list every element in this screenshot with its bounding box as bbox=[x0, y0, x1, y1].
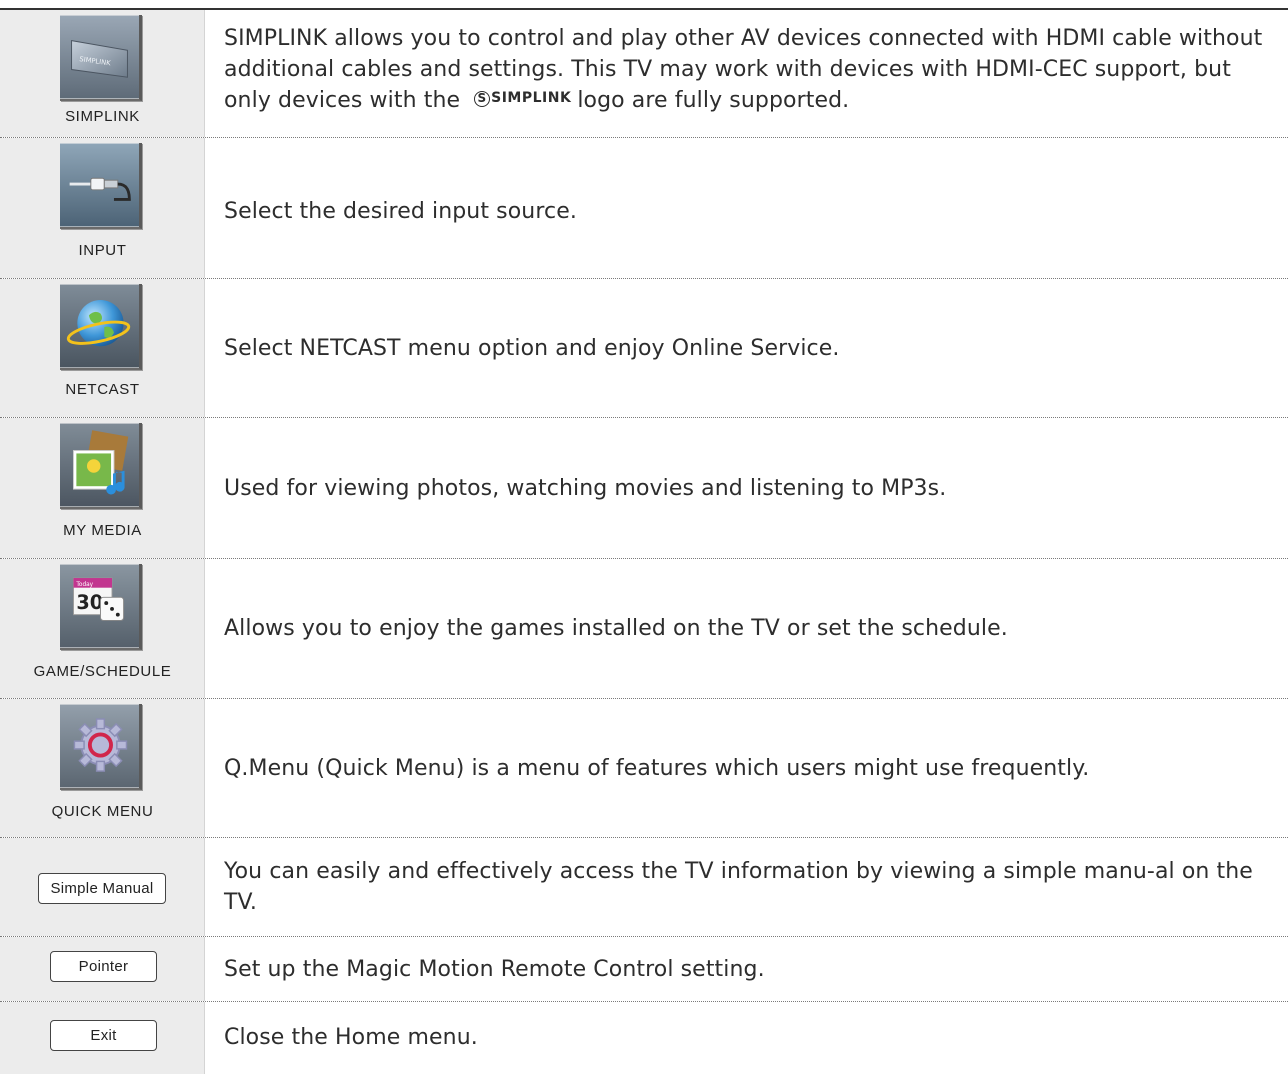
row-label: NETCAST bbox=[65, 381, 140, 398]
pointer-button[interactable]: Pointer bbox=[50, 951, 157, 982]
row-description: SIMPLINK allows you to control and play … bbox=[205, 10, 1288, 137]
home-menu-table: SIMPLINK SIMPLINK SIMPLINK allows you to… bbox=[0, 10, 1288, 1074]
row-description: Allows you to enjoy the games installed … bbox=[224, 616, 1008, 641]
table-row-netcast: NETCAST Select NETCAST menu option and e… bbox=[0, 279, 1288, 418]
table-row-input: INPUT Select the desired input source. bbox=[0, 138, 1288, 279]
calendar-dice-icon[interactable]: Today 30 bbox=[60, 564, 142, 650]
table-row-exit: Exit Close the Home menu. bbox=[0, 1002, 1288, 1074]
row-label: MY MEDIA bbox=[63, 522, 142, 539]
table-row-my-media: MY MEDIA Used for viewing photos, watchi… bbox=[0, 418, 1288, 559]
icon-cell: NETCAST bbox=[0, 279, 205, 417]
row-description: Select NETCAST menu option and enjoy Onl… bbox=[224, 335, 840, 361]
row-description: Close the Home menu. bbox=[224, 1024, 478, 1050]
row-description: Set up the Magic Motion Remote Control s… bbox=[224, 956, 765, 982]
row-description: You can easily and effectively access th… bbox=[224, 859, 1253, 915]
svg-text:30: 30 bbox=[76, 591, 103, 614]
icon-cell: Today 30 GAME/SCHEDULE bbox=[0, 559, 205, 698]
exit-button[interactable]: Exit bbox=[50, 1020, 157, 1051]
table-row-game-schedule: Today 30 GAME/SCHEDULE Allows you to enj… bbox=[0, 559, 1288, 699]
row-label: SIMPLINK bbox=[65, 108, 140, 125]
row-description: Select the desired input source. bbox=[224, 198, 577, 224]
button-cell: Pointer bbox=[0, 937, 205, 1001]
table-row-quick-menu: QUICK MENU Q.Menu (Quick Menu) is a menu… bbox=[0, 699, 1288, 838]
svg-text:Today: Today bbox=[75, 582, 93, 588]
button-cell: Simple Manual bbox=[0, 838, 205, 936]
table-row-simplink: SIMPLINK SIMPLINK SIMPLINK allows you to… bbox=[0, 10, 1288, 138]
button-cell: Exit bbox=[0, 1002, 205, 1074]
globe-icon[interactable] bbox=[60, 284, 142, 370]
table-row-simple-manual: Simple Manual You can easily and effecti… bbox=[0, 838, 1288, 937]
media-icon[interactable] bbox=[60, 423, 142, 509]
icon-cell: MY MEDIA bbox=[0, 418, 205, 558]
row-description: Used for viewing photos, watching movies… bbox=[224, 475, 947, 501]
icon-cell: SIMPLINK SIMPLINK bbox=[0, 10, 205, 137]
simplink-icon[interactable]: SIMPLINK bbox=[60, 15, 142, 101]
simplink-logo: S SIMPLINK bbox=[474, 83, 571, 114]
gear-icon[interactable] bbox=[60, 704, 142, 790]
table-row-pointer: Pointer Set up the Magic Motion Remote C… bbox=[0, 937, 1288, 1002]
icon-cell: QUICK MENU bbox=[0, 699, 205, 837]
row-label: INPUT bbox=[78, 242, 127, 259]
input-cable-icon[interactable] bbox=[60, 143, 142, 229]
row-description: Q.Menu (Quick Menu) is a menu of feature… bbox=[224, 755, 1090, 781]
description-text-tail: logo are fully supported. bbox=[577, 87, 850, 113]
icon-cell: INPUT bbox=[0, 138, 205, 278]
simple-manual-button[interactable]: Simple Manual bbox=[38, 873, 166, 904]
row-label: QUICK MENU bbox=[51, 803, 154, 820]
row-label: GAME/SCHEDULE bbox=[33, 663, 172, 680]
